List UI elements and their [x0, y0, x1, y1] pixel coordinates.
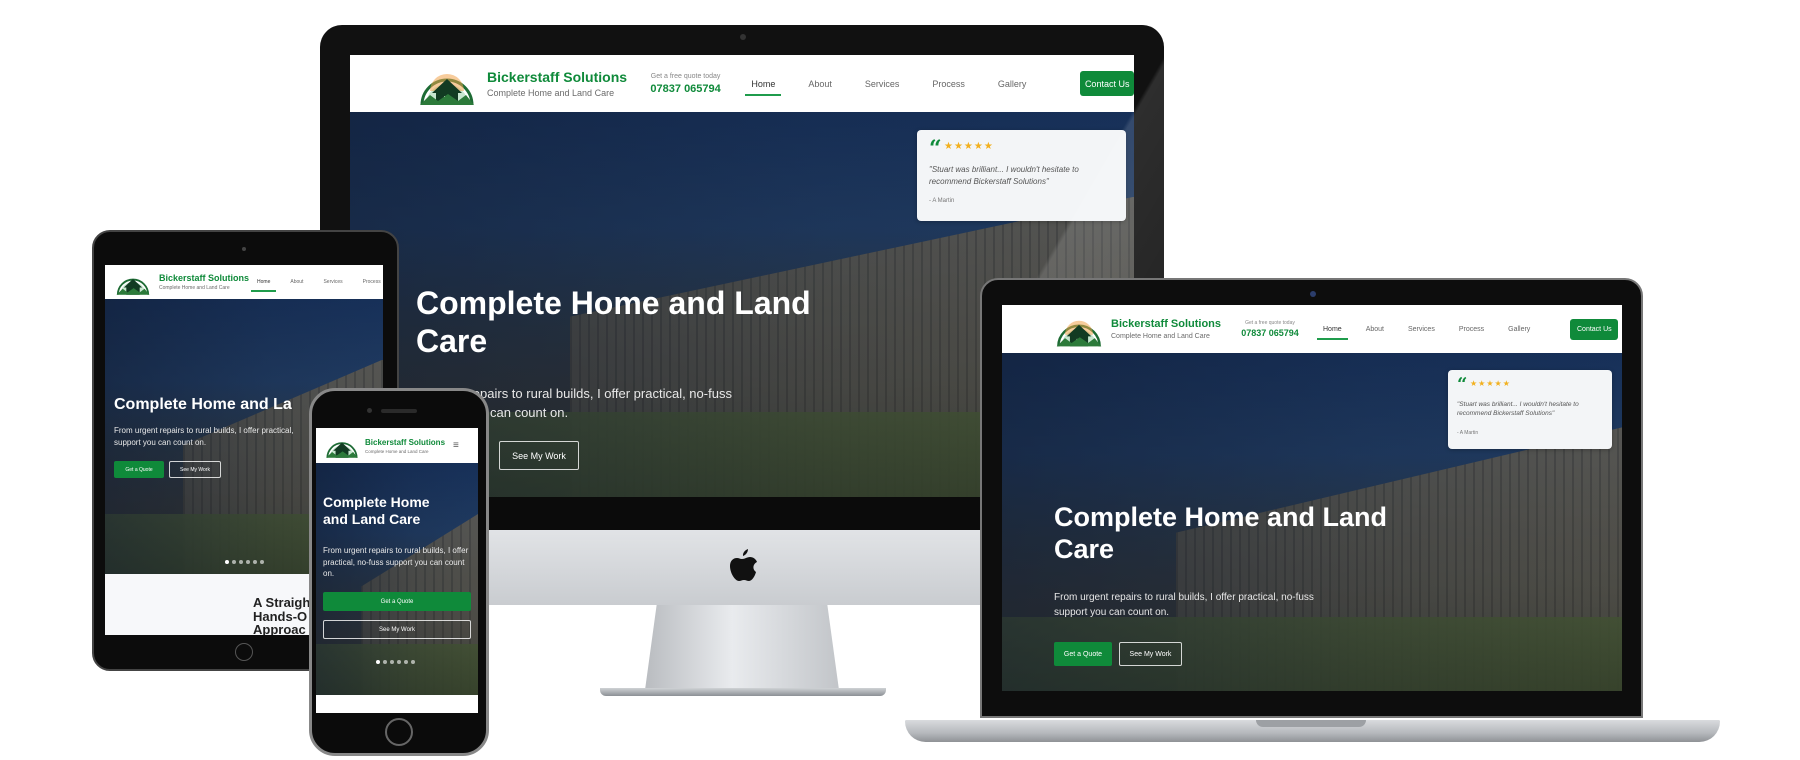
phone-hero: Complete Home and Land Care From urgent … [316, 463, 478, 695]
nav-services[interactable]: Services [865, 79, 900, 89]
nav-process[interactable]: Process [363, 279, 381, 285]
laptop-hero: Complete Home and Land Care From urgent … [1002, 353, 1622, 691]
tablet-site-header: Bickerstaff Solutions Complete Home and … [105, 265, 383, 299]
brand-tagline: Complete Home and Land Care [365, 448, 429, 454]
hero-subtitle: From urgent repairs to rural builds, I o… [1054, 592, 1314, 618]
laptop-screen: Bickerstaff Solutions Complete Home and … [1002, 305, 1622, 691]
nav-about[interactable]: About [1366, 326, 1384, 333]
brand-name: Bickerstaff Solutions [159, 273, 250, 283]
phone-link[interactable]: 07837 065794 [650, 83, 720, 95]
get-a-quote-button[interactable]: Get a Quote [114, 461, 164, 478]
brand-tagline: Complete Home and Land Care [487, 88, 615, 98]
hero-subtitle: From urgent repairs to rural builds, I o… [323, 546, 469, 579]
logo-icon[interactable] [418, 61, 476, 107]
review-author: - A Martin [929, 198, 955, 204]
carousel-dots[interactable] [376, 660, 415, 664]
laptop-notch [1256, 720, 1366, 727]
brand-name: Bickerstaff Solutions [1111, 318, 1222, 330]
quote-label: Get a free quote today [650, 72, 721, 80]
main-nav: Home About Services Process [250, 279, 381, 292]
brand-name: Bickerstaff Solutions [365, 437, 446, 447]
nav-home[interactable]: Home [745, 79, 782, 96]
quote-label: Get a free quote today [1245, 320, 1295, 326]
nav-home[interactable]: Home [250, 279, 277, 292]
see-my-work-button[interactable]: See My Work [499, 441, 579, 470]
imac-stand [645, 605, 839, 690]
hamburger-icon[interactable]: ≡ [453, 440, 459, 451]
hero-title: Complete Home and Land Care [1054, 502, 1388, 565]
phone-home-button[interactable] [385, 718, 413, 746]
nav-about[interactable]: About [290, 279, 303, 285]
main-nav: Home About Services Process Gallery [745, 79, 1026, 96]
nav-services[interactable]: Services [323, 279, 342, 285]
see-my-work-button[interactable]: See My Work [1119, 642, 1182, 666]
main-nav: Home About Services Process Gallery [1317, 326, 1530, 340]
laptop-camera [1310, 291, 1316, 297]
nav-process[interactable]: Process [1459, 326, 1484, 333]
logo-icon[interactable] [325, 432, 359, 459]
nav-process[interactable]: Process [932, 79, 965, 89]
review-author: - A Martin [1457, 430, 1479, 436]
phone-site-header: Bickerstaff Solutions Complete Home and … [316, 428, 478, 463]
imac-base [600, 688, 886, 696]
review-text: "Stuart was brilliant... I wouldn't hesi… [1457, 401, 1579, 418]
nav-gallery[interactable]: Gallery [1508, 326, 1530, 333]
hero-title: Complete Home and Land Care [323, 494, 430, 527]
brand-tagline: Complete Home and Land Care [1111, 333, 1210, 340]
get-a-quote-button[interactable]: Get a Quote [1054, 642, 1112, 666]
hero-title: Complete Home and La [114, 396, 292, 413]
phone-camera [367, 408, 372, 413]
carousel-dots[interactable] [225, 560, 264, 564]
review-card: “ ★★★★★ "Stuart was brilliant... I would… [1448, 370, 1612, 449]
imac-camera [740, 34, 746, 40]
logo-icon[interactable] [115, 268, 151, 296]
phone-link[interactable]: 07837 065794 [1241, 328, 1299, 338]
nav-about[interactable]: About [808, 79, 832, 89]
star-rating: ★★★★★ [1470, 379, 1511, 388]
phone-speaker [381, 409, 417, 413]
logo-icon[interactable] [1055, 310, 1103, 348]
get-a-quote-button[interactable]: Get a Quote [323, 592, 471, 611]
brand-name: Bickerstaff Solutions [487, 69, 628, 85]
apple-icon [730, 549, 757, 581]
laptop-site-header: Bickerstaff Solutions Complete Home and … [1002, 305, 1622, 353]
nav-services[interactable]: Services [1408, 326, 1435, 333]
contact-us-button[interactable]: Contact Us [1570, 318, 1619, 340]
quote-icon: “ [929, 136, 942, 162]
tablet-camera [242, 247, 246, 251]
section-heading: A Straigh Hands-O Approac [253, 595, 311, 635]
hero-subtitle: From urgent repairs to rural builds, I o… [114, 426, 294, 447]
hero-title: Complete Home and Land Care [416, 285, 811, 360]
brand-tagline: Complete Home and Land Care [159, 285, 230, 291]
phone-screen: Bickerstaff Solutions Complete Home and … [316, 428, 478, 713]
see-my-work-button[interactable]: See My Work [169, 461, 221, 478]
tablet-home-button[interactable] [235, 643, 253, 661]
see-my-work-button[interactable]: See My Work [323, 620, 471, 639]
star-rating: ★★★★★ [944, 141, 994, 152]
quote-icon: “ [1457, 374, 1468, 395]
nav-home[interactable]: Home [1317, 326, 1348, 340]
